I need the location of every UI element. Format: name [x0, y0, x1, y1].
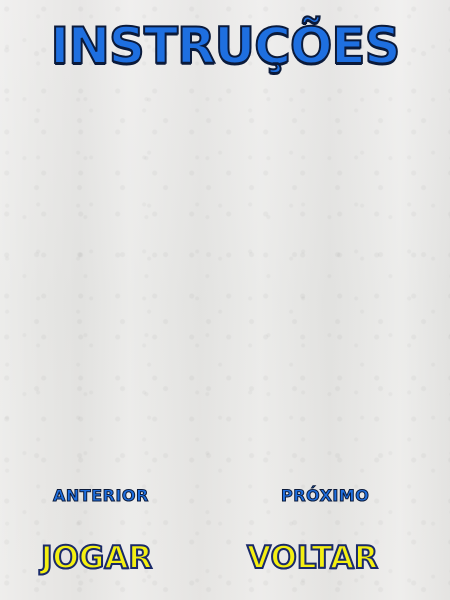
previous-button[interactable]: ANTERIOR [53, 485, 149, 507]
next-button[interactable]: PRÓXIMO [280, 485, 369, 507]
play-button[interactable]: JOGAR [40, 538, 153, 578]
back-button[interactable]: VOLTAR [246, 538, 379, 578]
instructions-screen: INSTRUÇÕES ANTERIOR PRÓXIMO JOGAR VOLTAR [0, 0, 450, 600]
instructions-content-area [0, 90, 450, 470]
screen-title: INSTRUÇÕES [49, 16, 401, 76]
